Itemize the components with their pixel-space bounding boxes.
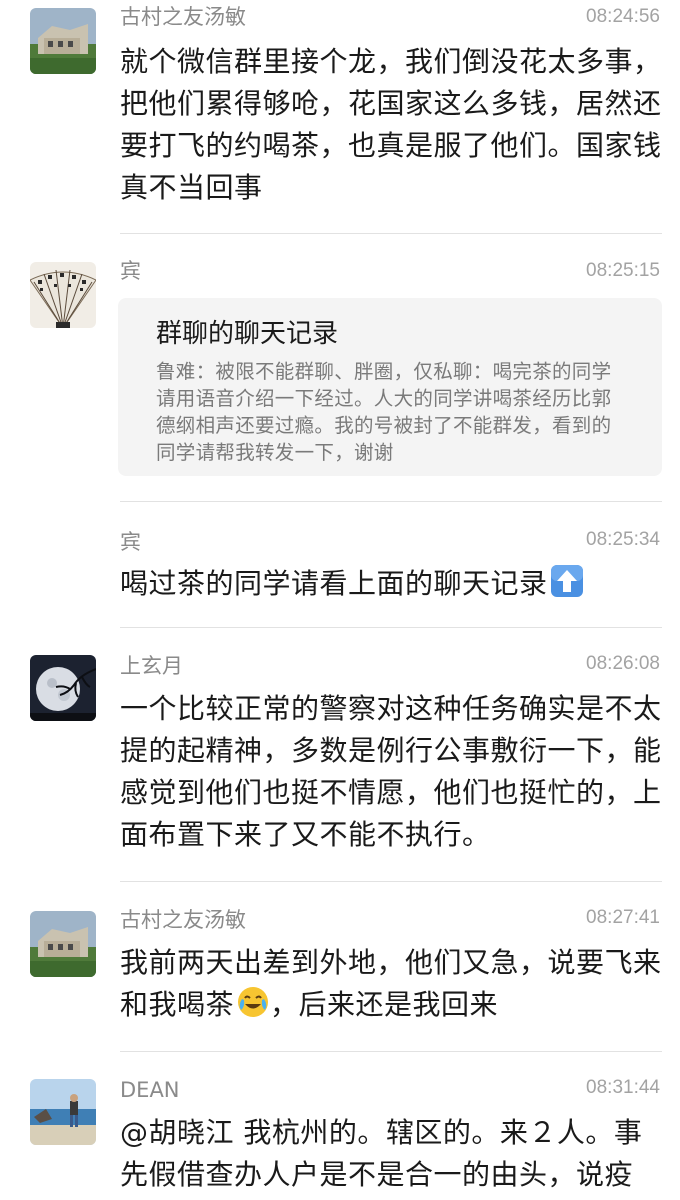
message-text: 喝过茶的同学请看上面的聊天记录: [120, 567, 548, 600]
avatar[interactable]: [30, 1079, 96, 1145]
sender-name: 古村之友汤敏: [120, 5, 246, 29]
message-text-row: 我前两天出差到外地，他们又急，说要飞来和我喝茶 ，后来还是我回来: [120, 942, 665, 1026]
message-time: 08:26:08: [586, 653, 660, 674]
message-time: 08:25:15: [586, 260, 660, 281]
crying-laughing-emoji-icon: [236, 985, 270, 1019]
chat-history-card[interactable]: 群聊的聊天记录 鲁难：被限不能群聊、胖圈，仅私聊：喝完茶的同学请用语音介绍一下经…: [118, 298, 662, 476]
divider: [120, 1051, 662, 1052]
message-text: 就个微信群里接个龙，我们倒没花太多事，把他们累得够呛，花国家这么多钱，居然还要打…: [120, 45, 662, 204]
message-text-row: 喝过茶的同学请看上面的聊天记录: [120, 563, 665, 605]
divider: [120, 881, 662, 882]
sender-name: 宾: [120, 530, 141, 554]
avatar[interactable]: [30, 655, 96, 721]
sender-name: 古村之友汤敏: [120, 908, 246, 932]
message-time: 08:25:34: [586, 529, 660, 550]
sender-name: 宾: [120, 259, 141, 283]
message-time: 08:24:56: [586, 6, 660, 27]
message-text: 一个比较正常的警察对这种任务确实是不太提的起精神，多数是例行公事敷衍一下，能感觉…: [120, 692, 662, 851]
card-text: 鲁难：被限不能群聊、胖圈，仅私聊：喝完茶的同学请用语音介绍一下经过。人大的同学讲…: [156, 360, 612, 464]
avatar[interactable]: [30, 8, 96, 74]
message-text: @胡晓江 我杭州的。辖区的。来２人。事先假借查办人户是不是合一的由头，说疫: [120, 1116, 643, 1191]
avatar[interactable]: [30, 262, 96, 328]
up-arrow-emoji-icon: [550, 564, 584, 598]
sender-name: DEAN: [120, 1078, 180, 1102]
card-title: 群聊的聊天记录: [156, 319, 339, 349]
divider: [120, 501, 662, 502]
divider: [120, 627, 662, 628]
divider: [120, 233, 662, 234]
sender-name: 上玄月: [120, 654, 183, 678]
message-time: 08:31:44: [586, 1077, 660, 1098]
message-text: ，后来还是我回来: [270, 988, 499, 1021]
avatar[interactable]: [30, 911, 96, 977]
message-time: 08:27:41: [586, 907, 660, 928]
